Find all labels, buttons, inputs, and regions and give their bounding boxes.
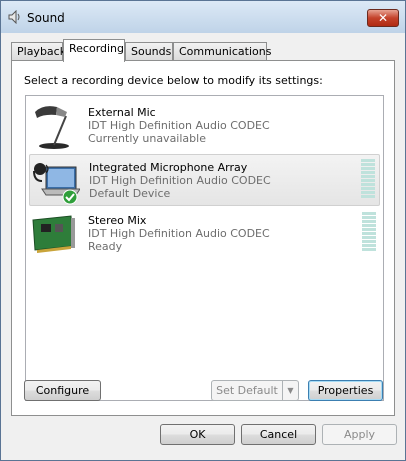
level-meter [361,159,375,202]
title-bar[interactable]: Sound ✕ [1,1,405,33]
tab-recording[interactable]: Recording [63,39,125,62]
device-driver: IDT High Definition Audio CODEC [88,119,270,132]
tab-sounds[interactable]: Sounds [125,42,173,61]
device-name: External Mic [88,106,156,119]
sound-dialog: Sound ✕ Playback Recording Sounds Commun… [0,0,406,461]
device-status: Currently unavailable [88,132,206,145]
device-driver: IDT High Definition Audio CODEC [88,227,270,240]
device-driver: IDT High Definition Audio CODEC [89,174,271,187]
sound-card-icon [32,215,75,253]
instruction-text: Select a recording device below to modif… [24,74,323,87]
set-default-label: Set Default [216,384,278,397]
device-status: Default Device [89,187,171,200]
cancel-button[interactable]: Cancel [241,424,316,445]
device-name: Stereo Mix [88,214,147,227]
set-default-split-button[interactable]: Set Default ▼ [211,380,299,401]
device-name: Integrated Microphone Array [89,161,248,174]
window-title: Sound [27,11,65,25]
chevron-down-icon[interactable]: ▼ [282,381,298,400]
configure-button[interactable]: Configure [24,380,101,401]
device-item-external-mic[interactable]: External Mic IDT High Definition Audio C… [29,100,380,152]
dialog-content: Playback Recording Sounds Communications… [5,33,401,457]
device-list: External Mic IDT High Definition Audio C… [25,95,384,401]
tab-communications[interactable]: Communications [173,42,271,61]
level-meter [362,212,376,255]
tab-playback[interactable]: Playback [11,42,66,61]
device-item-stereo-mix[interactable]: Stereo Mix IDT High Definition Audio COD… [29,208,380,260]
ok-button[interactable]: OK [160,424,235,445]
apply-button[interactable]: Apply [322,424,397,445]
device-status: Ready [88,240,123,253]
microphone-icon [35,106,69,149]
properties-button[interactable]: Properties [308,380,383,401]
speaker-icon [8,10,20,24]
device-item-integrated-microphone-array[interactable]: Integrated Microphone Array IDT High Def… [29,154,380,206]
headset-laptop-icon [33,163,80,205]
close-button[interactable]: ✕ [367,9,399,27]
recording-panel: Select a recording device below to modif… [11,60,395,416]
